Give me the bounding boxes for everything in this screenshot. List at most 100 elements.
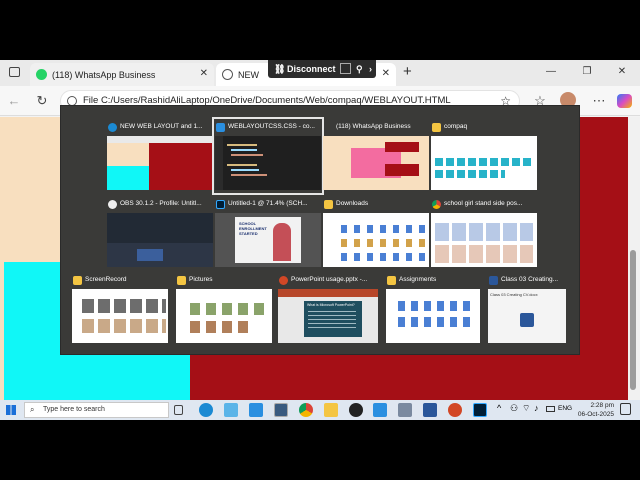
window-title: (118) WhatsApp Business: [336, 123, 411, 130]
switcher-window-photoshop[interactable]: Untitled-1 @ 71.4% (SCH... SCHOOL ENROLL…: [215, 197, 321, 269]
window-title: Downloads: [336, 200, 369, 207]
snipping-tool-icon[interactable]: [274, 403, 288, 417]
window-thumbnail: [215, 136, 321, 190]
whatsapp-icon: [36, 69, 47, 80]
slide-heading: What is Microsoft PowerPoint?: [307, 303, 355, 307]
back-button[interactable]: ←: [5, 92, 23, 110]
word-taskbar-icon[interactable]: [423, 403, 437, 417]
edge-taskbar-icon[interactable]: [199, 403, 213, 417]
vscode-taskbar-icon-2[interactable]: [373, 403, 387, 417]
notification-icon[interactable]: [620, 403, 631, 415]
window-title: ScreenRecord: [85, 276, 127, 283]
window-title: OBS 30.1.2 - Profile: Untitl...: [120, 200, 202, 207]
close-window-button[interactable]: ✕: [614, 64, 630, 80]
taskbar: ⌕ Type here to search ^ ⚇ ⌔ ♪ ENG 2:28 p…: [0, 400, 640, 420]
store-taskbar-icon[interactable]: [224, 403, 238, 417]
settings-icon[interactable]: [340, 63, 351, 74]
window-thumbnail: [176, 289, 272, 343]
pin-icon[interactable]: ⚲: [356, 60, 363, 78]
app-taskbar-icon[interactable]: [398, 403, 412, 417]
close-icon[interactable]: ✕: [200, 68, 208, 79]
copilot-icon[interactable]: [617, 94, 632, 108]
window-thumbnail: [107, 136, 213, 190]
window-title: school girl stand side pos...: [444, 200, 523, 207]
switcher-window-obs[interactable]: OBS 30.1.2 - Profile: Untitl...: [107, 197, 213, 269]
window-title: WEBLAYOUTCSS.CSS - co...: [228, 123, 315, 130]
folder-icon: [73, 276, 82, 285]
window-thumbnail: Class 03 Creating CV.docx: [488, 289, 566, 343]
switcher-window-word[interactable]: Class 03 Creating... Class 03 Creating C…: [488, 273, 594, 345]
clock-date: 06-Oct-2025: [577, 411, 614, 418]
photoshop-taskbar-icon[interactable]: [473, 403, 487, 417]
tab-actions-icon[interactable]: [9, 67, 20, 77]
tab-label: (118) WhatsApp Business: [52, 69, 156, 80]
window-title: PowerPoint usage.pptx -...: [291, 276, 368, 283]
vscode-icon: [216, 123, 225, 132]
restore-button[interactable]: ❐: [579, 64, 595, 80]
window-title: Class 03 Creating...: [501, 276, 559, 283]
obs-icon: [108, 200, 117, 209]
window-title: Pictures: [189, 276, 213, 283]
volume-icon[interactable]: ♪: [534, 403, 539, 413]
chevron-right-icon[interactable]: ›: [369, 60, 372, 78]
ps-headline: SCHOOL ENROLLMENT STARTED: [239, 221, 267, 236]
window-title: Assignments: [399, 276, 437, 283]
window-thumbnail: SCHOOL ENROLLMENT STARTED: [215, 213, 321, 267]
powerpoint-taskbar-icon[interactable]: [448, 403, 462, 417]
folder-icon: [324, 200, 333, 209]
folder-icon: [432, 123, 441, 132]
refresh-button[interactable]: ↻: [33, 92, 51, 110]
switcher-window-powerpoint[interactable]: PowerPoint usage.pptx -... What is Micro…: [278, 273, 384, 345]
edge-icon: [108, 123, 117, 132]
window-title: compaq: [444, 123, 468, 130]
window-thumbnail: [323, 136, 429, 190]
minimize-button[interactable]: —: [543, 64, 559, 80]
obs-taskbar-icon[interactable]: [349, 403, 363, 417]
powerpoint-icon: [279, 276, 288, 285]
folder-icon: [177, 276, 186, 285]
vscode-taskbar-icon[interactable]: [249, 403, 263, 417]
file-explorer-taskbar-icon[interactable]: [324, 403, 338, 417]
system-clock[interactable]: 2:28 pm 06-Oct-2025: [578, 401, 614, 419]
switcher-window-vscode[interactable]: WEBLAYOUTCSS.CSS - co...: [212, 117, 324, 195]
network-icon[interactable]: ⚇: [510, 403, 518, 414]
word-icon: [489, 276, 498, 285]
more-options-button[interactable]: ⋯: [590, 92, 608, 110]
folder-icon: [387, 276, 396, 285]
switcher-window-edge[interactable]: NEW WEB LAYOUT and 1...: [107, 120, 213, 192]
window-thumbnail: [323, 213, 429, 267]
remote-session-bar: ⛓ Disconnect ⚲ ›: [268, 60, 376, 78]
chrome-icon: [432, 200, 441, 209]
clock-time: 2:28 pm: [590, 402, 615, 409]
screen: (118) WhatsApp Business ✕ NEW ✕ + — ❐ ✕ …: [0, 60, 640, 420]
disconnect-button[interactable]: Disconnect: [287, 60, 336, 78]
switcher-window-whatsapp[interactable]: (118) WhatsApp Business: [323, 120, 429, 192]
globe-icon: [222, 69, 233, 80]
chrome-taskbar-icon[interactable]: [299, 403, 313, 417]
window-title: Untitled-1 @ 71.4% (SCH...: [228, 200, 308, 207]
start-windows-icon[interactable]: [6, 405, 16, 415]
scrollbar-thumb[interactable]: [630, 250, 636, 390]
wifi-icon[interactable]: ⌔: [522, 403, 530, 414]
task-view-icon[interactable]: [174, 405, 183, 415]
window-thumbnail: [107, 213, 213, 267]
tab-label: NEW: [238, 69, 259, 80]
switcher-window-downloads[interactable]: Downloads: [323, 197, 429, 269]
switcher-window-compaq[interactable]: compaq: [431, 120, 537, 192]
switcher-window-pictures[interactable]: Pictures: [176, 273, 282, 345]
window-thumbnail: [431, 136, 537, 190]
language-indicator[interactable]: ENG: [558, 405, 572, 412]
switcher-window-screenrecord[interactable]: ScreenRecord: [72, 273, 178, 345]
tray-chevron-icon[interactable]: ^: [497, 403, 501, 413]
taskbar-search-input[interactable]: ⌕ Type here to search: [24, 402, 169, 418]
search-icon: ⌕: [30, 405, 35, 414]
window-thumbnail: [72, 289, 168, 343]
word-doc-icon: [520, 313, 534, 327]
battery-icon[interactable]: [546, 406, 555, 412]
new-tab-button[interactable]: +: [403, 63, 412, 80]
window-title: NEW WEB LAYOUT and 1...: [120, 123, 203, 130]
close-icon[interactable]: ✕: [382, 68, 390, 79]
switcher-window-chrome[interactable]: school girl stand side pos...: [431, 197, 537, 269]
tab-whatsapp[interactable]: (118) WhatsApp Business ✕: [30, 63, 214, 86]
switcher-window-assignments[interactable]: Assignments: [386, 273, 492, 345]
